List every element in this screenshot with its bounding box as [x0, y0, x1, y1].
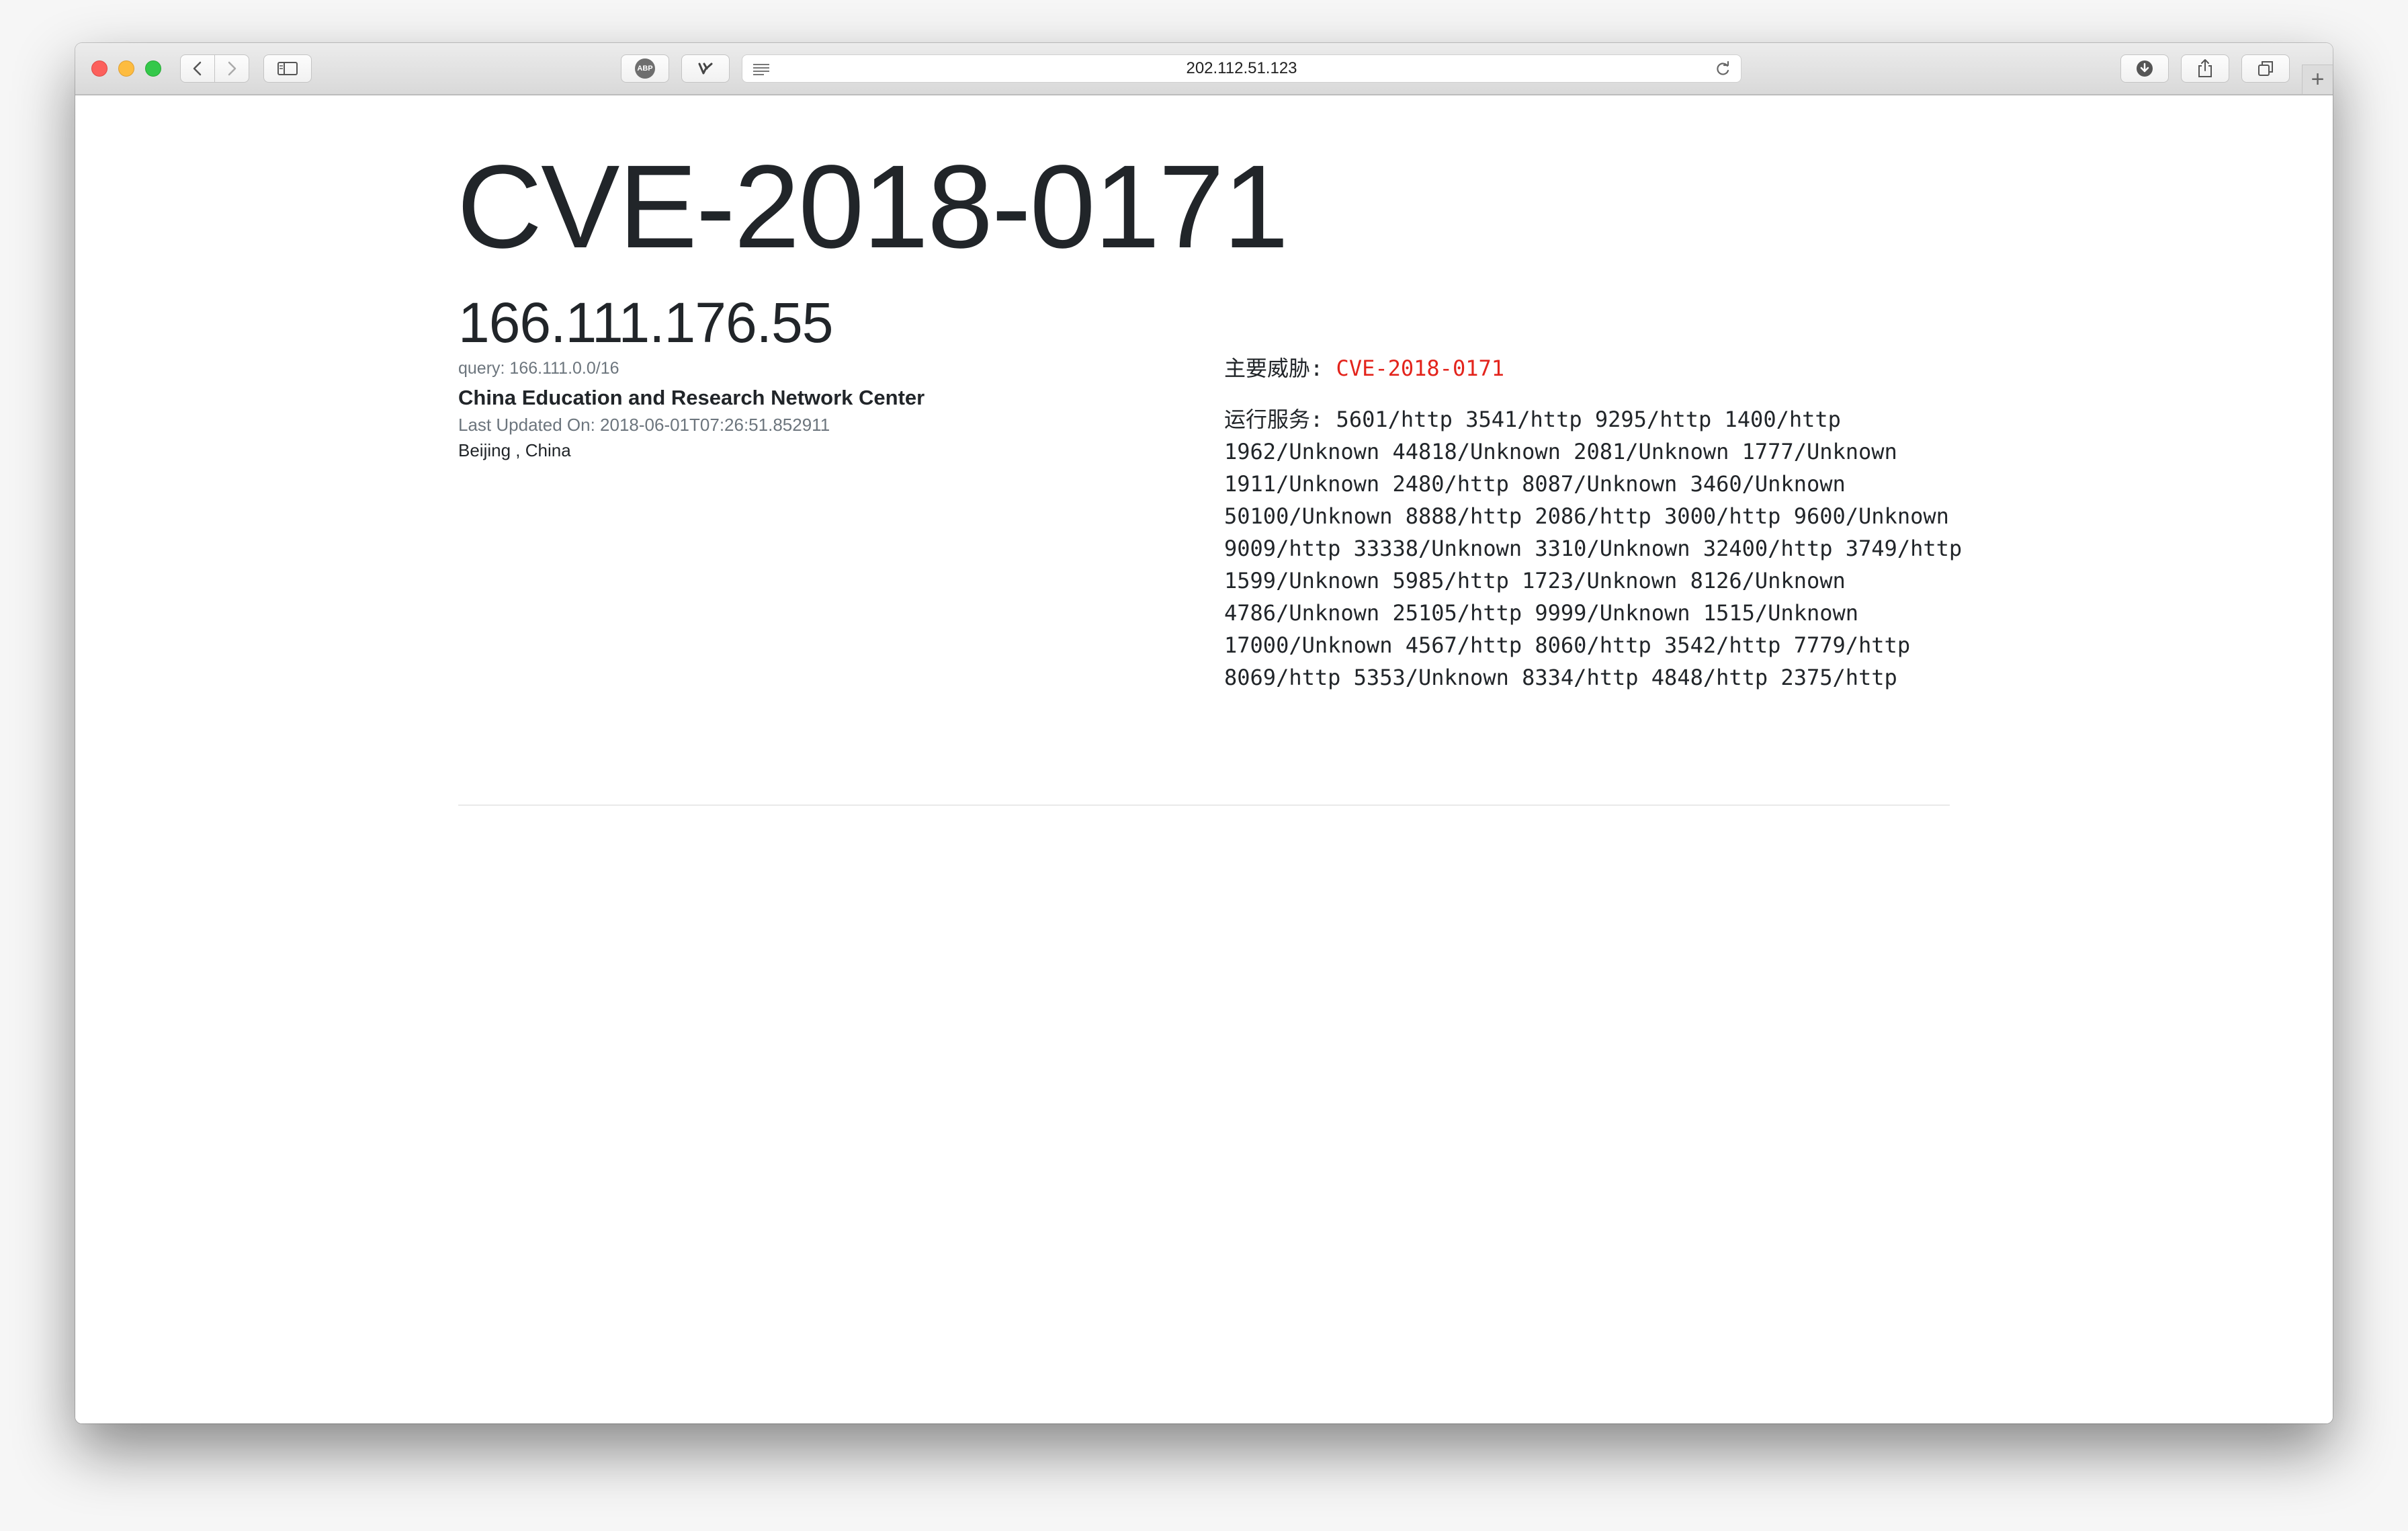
location: Beijing , China	[458, 440, 571, 460]
service-item: 2480/http	[1392, 471, 1509, 497]
page-title: CVE-2018-0171	[457, 141, 1289, 273]
adblock-icon: ABP	[635, 58, 655, 79]
service-item: 4848/http	[1651, 665, 1768, 690]
service-item: 4786/Unknown	[1224, 600, 1380, 626]
service-item: 3460/Unknown	[1690, 471, 1846, 497]
downloads-button[interactable]	[2120, 54, 2169, 83]
service-item: 33338/Unknown	[1353, 536, 1522, 561]
plus-icon: +	[2311, 67, 2325, 92]
services-list: 运行服务: 5601/http 3541/http 9295/http 1400…	[1224, 403, 1963, 694]
service-item: 8126/Unknown	[1690, 568, 1846, 593]
service-item: 2375/http	[1780, 665, 1897, 690]
ip-address: 166.111.176.55	[458, 291, 833, 354]
service-item: 8334/http	[1522, 665, 1639, 690]
service-item: 8087/Unknown	[1522, 471, 1678, 497]
service-item: 2081/Unknown	[1574, 439, 1729, 464]
minimize-window-button[interactable]	[118, 60, 134, 77]
share-icon	[2198, 59, 2212, 77]
service-item: 25105/http	[1392, 600, 1522, 626]
address-bar[interactable]: 202.112.51.123	[742, 54, 1742, 83]
service-item: 1400/http	[1724, 407, 1841, 432]
service-item: 3542/http	[1664, 632, 1781, 658]
service-item: 1599/Unknown	[1224, 568, 1380, 593]
service-item: 50100/Unknown	[1224, 503, 1393, 529]
share-button[interactable]	[2181, 54, 2229, 83]
close-window-button[interactable]	[91, 60, 108, 77]
threat-row: 主要威胁: CVE-2018-0171	[1224, 352, 1963, 384]
service-item: 5985/http	[1392, 568, 1509, 593]
fullscreen-window-button[interactable]	[145, 60, 161, 77]
service-item: 5353/Unknown	[1353, 665, 1509, 690]
chevron-right-icon	[228, 61, 236, 76]
download-icon	[2137, 60, 2153, 77]
reload-icon[interactable]	[1714, 60, 1731, 78]
tabs-overview-button[interactable]	[2241, 54, 2290, 83]
services-label: 运行服务:	[1224, 407, 1324, 432]
adblock-extension-button[interactable]: ABP	[621, 54, 669, 83]
service-item: 4567/http	[1405, 632, 1522, 658]
sidebar-button[interactable]	[263, 54, 312, 83]
threat-value: CVE-2018-0171	[1336, 356, 1504, 381]
last-updated: Last Updated On: 2018-06-01T07:26:51.852…	[458, 415, 830, 435]
service-item: 3541/http	[1465, 407, 1582, 432]
service-item: 3000/http	[1664, 503, 1781, 529]
service-item: 32400/http	[1703, 536, 1833, 561]
service-item: 8888/http	[1405, 503, 1522, 529]
service-item: 9295/http	[1594, 407, 1712, 432]
threat-label: 主要威胁:	[1224, 356, 1324, 381]
service-item: 9009/http	[1224, 536, 1341, 561]
threat-info: 主要威胁: CVE-2018-0171 运行服务: 5601/http 3541…	[1224, 352, 1963, 694]
url-text: 202.112.51.123	[1186, 59, 1297, 77]
browser-toolbar: ABP 202.112.51.123 +	[75, 43, 2333, 95]
divider	[458, 804, 1950, 806]
service-item: 44818/Unknown	[1392, 439, 1561, 464]
service-item: 3749/http	[1845, 536, 1963, 561]
browser-window: ABP 202.112.51.123 + CVE-2018-0171 166.1…	[75, 43, 2333, 1423]
service-item: 9999/Unknown	[1535, 600, 1690, 626]
chevron-left-icon	[193, 61, 202, 76]
extension-button[interactable]	[681, 54, 730, 83]
extension-icon	[698, 63, 713, 75]
back-button[interactable]	[180, 54, 215, 83]
new-tab-button[interactable]: +	[2302, 65, 2333, 94]
service-item: 8069/http	[1224, 665, 1341, 690]
tabs-icon	[2258, 61, 2273, 76]
service-item: 3310/Unknown	[1535, 536, 1690, 561]
service-item: 1723/Unknown	[1522, 568, 1678, 593]
service-item: 5601/http	[1336, 407, 1453, 432]
adblock-label: ABP	[637, 65, 653, 73]
service-item: 1962/Unknown	[1224, 439, 1380, 464]
service-item: 9600/Unknown	[1793, 503, 1949, 529]
service-item: 1777/Unknown	[1742, 439, 1897, 464]
service-item: 17000/Unknown	[1224, 632, 1393, 658]
query-text: query: 166.111.0.0/16	[458, 359, 619, 378]
sidebar-icon	[277, 62, 298, 75]
service-item: 8060/http	[1535, 632, 1651, 658]
page-content: CVE-2018-0171 166.111.176.55 query: 166.…	[75, 95, 2333, 1423]
service-item: 2086/http	[1535, 503, 1651, 529]
service-item: 1515/Unknown	[1703, 600, 1859, 626]
forward-button[interactable]	[214, 54, 249, 83]
service-item: 7779/http	[1793, 632, 1911, 658]
host-info: 166.111.176.55 query: 166.111.0.0/16 Chi…	[458, 290, 1130, 462]
organization-name: China Education and Research Network Cen…	[458, 386, 925, 409]
service-item: 1911/Unknown	[1224, 471, 1380, 497]
